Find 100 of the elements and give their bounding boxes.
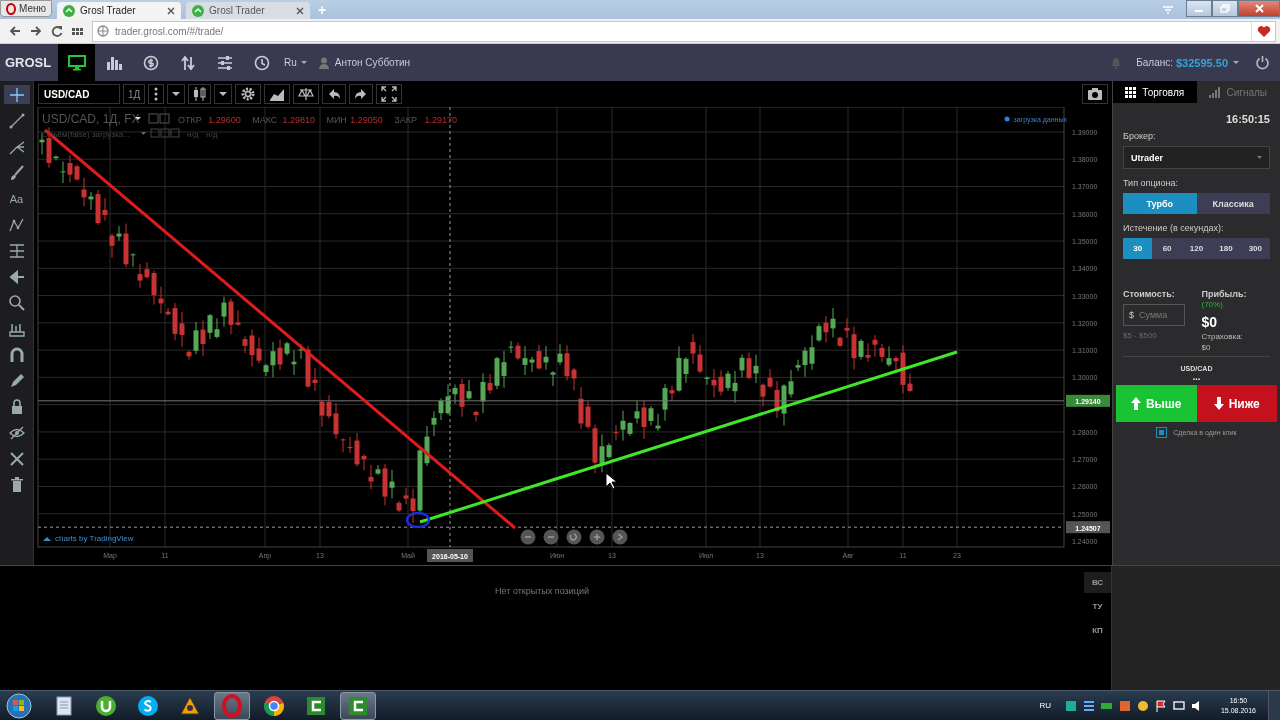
expiry-button[interactable]: 30 (1123, 238, 1153, 259)
chart-navigation-button[interactable] (543, 529, 559, 545)
dropdown-button[interactable] (214, 84, 233, 104)
grid-icon (1125, 86, 1137, 98)
tradingview-credit-link[interactable]: charts by TradingView (55, 534, 134, 543)
interval-button[interactable]: 1Д (123, 84, 146, 104)
ohlc-label: ОТКР (178, 115, 202, 125)
opera-logo-icon (6, 2, 16, 15)
sliders-icon (215, 54, 234, 71)
ohlc-value: 1.29050 (350, 115, 383, 125)
browser-tab[interactable]: Grosl Trader (186, 2, 311, 19)
flag-icon[interactable] (1153, 698, 1168, 713)
expiry-button[interactable]: 180 (1211, 238, 1241, 259)
close-icon[interactable] (296, 6, 305, 15)
undo-button[interactable] (322, 84, 347, 104)
line-tool-icon (7, 111, 26, 130)
fullscreen-icon (381, 86, 398, 102)
positions-tab[interactable]: КП (1084, 620, 1111, 641)
balance-value[interactable]: $32595.50 (1176, 56, 1228, 69)
profit-value: $0 (1201, 314, 1219, 330)
broker-label: Брокер: (1123, 131, 1157, 141)
ohlc-value: 1.29600 (208, 115, 241, 125)
candlestick-icon (193, 86, 207, 102)
chart-navigation-button[interactable] (589, 529, 605, 545)
expiry-button[interactable]: 120 (1181, 238, 1212, 259)
taskbar-app[interactable] (340, 691, 376, 720)
chart-type-button[interactable] (188, 84, 212, 104)
screenshot-button[interactable] (1082, 84, 1108, 104)
close-icon[interactable] (167, 6, 176, 15)
balance-label: Баланс: (1136, 57, 1173, 68)
user-name[interactable]: Антон Субботин (334, 57, 411, 68)
caret-icon (300, 61, 307, 64)
address-field[interactable]: trader.grosl.com/#/trade/ (92, 20, 1276, 42)
language-dropdown[interactable]: Ru (284, 57, 307, 68)
scales-icon (298, 86, 315, 102)
tray-app-icon[interactable] (1135, 698, 1150, 713)
loading-dot-icon (1004, 116, 1010, 122)
option-type-button[interactable]: Классика (1196, 193, 1270, 214)
browser-tab[interactable]: Grosl Trader (57, 2, 182, 19)
ohlc-label: МИН (326, 115, 347, 125)
apps-grid-icon[interactable] (72, 27, 83, 35)
tray-app-icon[interactable] (1063, 698, 1078, 713)
chart-navigation-button[interactable] (520, 529, 536, 545)
network-icon[interactable] (1171, 698, 1186, 713)
reload-icon[interactable] (51, 25, 63, 37)
panel-tab[interactable]: Торговля (1113, 81, 1197, 103)
chart-navigation-button[interactable] (612, 529, 628, 545)
bar-chart-icon (104, 54, 123, 71)
globe-icon (97, 25, 109, 37)
expiry-button[interactable]: 300 (1240, 238, 1271, 259)
opera-icon (220, 693, 244, 718)
power-icon[interactable] (1255, 55, 1270, 70)
ohlc-value: 1.29810 (282, 115, 315, 125)
option-type-button[interactable]: Турбо (1123, 193, 1197, 214)
caret-icon[interactable] (135, 117, 141, 120)
indicators-button[interactable] (264, 84, 291, 104)
site-icon (192, 4, 205, 17)
tray-app-icon[interactable] (1117, 698, 1132, 713)
redo-icon (354, 87, 369, 101)
arrow-icon (7, 267, 26, 286)
positions-tab[interactable]: ВС (1084, 572, 1111, 593)
cost-label: Стоимость: (1123, 289, 1176, 299)
cloud-logo-icon (43, 537, 51, 541)
start-button-icon[interactable] (6, 692, 32, 719)
close-button[interactable] (1238, 0, 1280, 17)
compare-button[interactable] (293, 84, 320, 104)
crosshair-icon (7, 85, 26, 104)
redo-button[interactable] (349, 84, 374, 104)
option-type-label: Тип опциона: (1123, 178, 1180, 188)
more-button[interactable] (148, 84, 165, 104)
put-button[interactable]: Ниже (1196, 385, 1277, 422)
dropdown-button[interactable] (167, 84, 186, 104)
drawing-tool[interactable] (3, 85, 30, 104)
broker-dropdown[interactable]: Utrader (1123, 146, 1270, 169)
chart-navigation-button[interactable] (566, 529, 582, 545)
maximize-button[interactable] (1212, 0, 1238, 17)
tray-app-icon[interactable] (1081, 698, 1096, 713)
fullscreen-button[interactable] (376, 84, 403, 104)
nav-tab[interactable] (58, 44, 95, 81)
one-click-checkbox[interactable] (1156, 427, 1168, 438)
dollar-icon (141, 54, 160, 71)
forward-icon[interactable] (30, 25, 42, 37)
close-icon (1254, 4, 1264, 13)
ohlc-label: МАКС (252, 115, 278, 125)
drawing-tool[interactable]: Aa (3, 189, 30, 208)
ohlc-value: 1.29170 (424, 115, 458, 125)
keyboard-language[interactable]: RU (1039, 701, 1051, 710)
camera-icon (1087, 86, 1103, 102)
positions-tab[interactable]: ТУ (1084, 596, 1111, 617)
logo[interactable]: GROSL (5, 55, 58, 70)
server-time: 16:50:15 (1224, 113, 1270, 125)
insurance-value: $0 (1201, 343, 1212, 352)
back-icon[interactable] (9, 25, 21, 37)
expiry-button[interactable]: 60 (1152, 238, 1182, 259)
arrow-down-icon (1213, 397, 1224, 410)
browser-menu-button[interactable]: Меню (0, 0, 53, 17)
settings-button[interactable] (235, 84, 262, 104)
minimize-button[interactable] (1186, 0, 1212, 17)
symbol-field[interactable]: USD/CAD (38, 84, 120, 104)
signal-bars-icon (1209, 86, 1221, 98)
